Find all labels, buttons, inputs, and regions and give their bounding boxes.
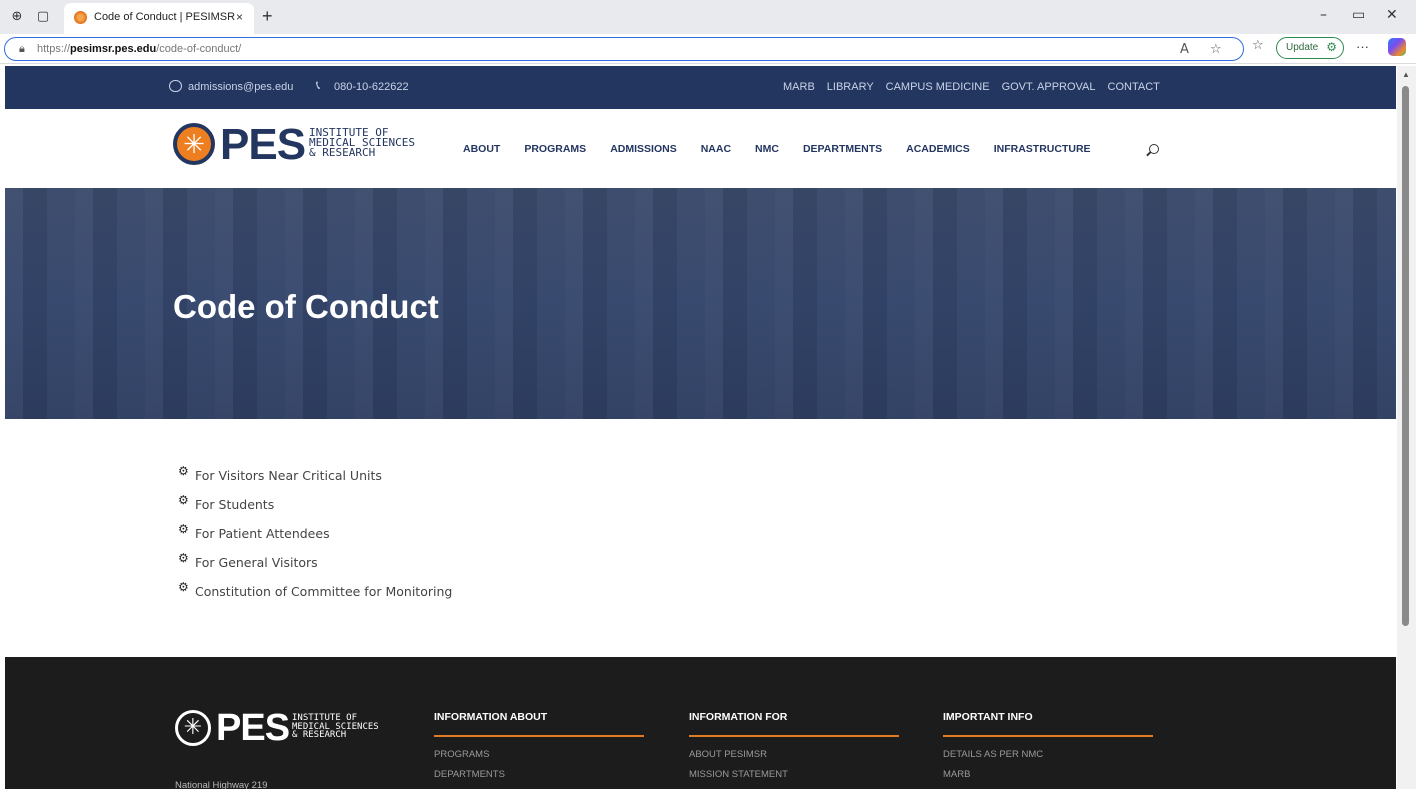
copilot-icon[interactable]: [1388, 38, 1406, 56]
site-header: PES INSTITUTE OF MEDICAL SCIENCES & RESE…: [5, 109, 1396, 188]
footer-link[interactable]: ABOUT PESIMSR: [689, 749, 901, 760]
nav-infrastructure[interactable]: INFRASTRUCTURE: [994, 143, 1091, 155]
toplink-library[interactable]: LIBRARY: [827, 81, 874, 93]
nav-nmc[interactable]: NMC: [755, 143, 779, 155]
gear-bullet-icon: ⚙: [178, 551, 189, 565]
logo-wordmark[interactable]: PES: [220, 123, 306, 167]
update-button[interactable]: Update ⚙: [1276, 37, 1344, 59]
top-links: MARB LIBRARY CAMPUS MEDICINE GOVT. APPRO…: [783, 81, 1160, 93]
address-bar-row: 🔒︎ https://pesimsr.pes.edu/code-of-condu…: [0, 34, 1416, 64]
conduct-link-general-visitors[interactable]: For General Visitors: [195, 555, 318, 570]
contact-phone[interactable]: 080-10-622622: [334, 81, 409, 93]
phone-icon: 📞︎: [316, 78, 321, 92]
update-label: Update: [1286, 42, 1319, 53]
browser-tab-active[interactable]: Code of Conduct | PESIMSR ×: [64, 3, 254, 34]
nav-naac[interactable]: NAAC: [701, 143, 731, 155]
footer-logo-icon[interactable]: [175, 710, 211, 746]
footer-heading: IMPORTANT INFO: [943, 711, 1033, 723]
browser-tab-bar: ⊕ ▢ Code of Conduct | PESIMSR × + – ▭ ✕: [0, 0, 1416, 34]
restore-icon[interactable]: ▭: [1352, 7, 1365, 23]
search-icon[interactable]: [1149, 144, 1159, 154]
workspaces-icon[interactable]: ⊕: [9, 9, 25, 25]
footer-link[interactable]: DETAILS AS PER NMC: [943, 749, 1155, 760]
footer-divider: [434, 735, 644, 737]
url-text[interactable]: https://pesimsr.pes.edu/code-of-conduct/: [37, 43, 241, 55]
page-scrollbar[interactable]: ▲: [1397, 66, 1416, 789]
toplink-contact[interactable]: CONTACT: [1108, 81, 1160, 93]
toplink-campus-medicine[interactable]: CAMPUS MEDICINE: [886, 81, 990, 93]
footer-link[interactable]: DEPARTMENTS: [434, 769, 646, 780]
nav-academics[interactable]: ACADEMICS: [906, 143, 970, 155]
close-window-icon[interactable]: ✕: [1386, 7, 1398, 23]
more-menu-button[interactable]: ···: [1356, 39, 1369, 54]
footer-column-information-for: INFORMATION FOR ABOUT PESIMSR MISSION ST…: [689, 711, 901, 780]
nav-admissions[interactable]: ADMISSIONS: [610, 143, 677, 155]
footer-logo-wordmark[interactable]: PES: [216, 709, 290, 747]
favorite-star-icon[interactable]: ☆: [1210, 42, 1222, 57]
tab-close-icon[interactable]: ×: [236, 10, 243, 24]
favicon-icon: [74, 11, 87, 24]
footer-heading: INFORMATION FOR: [689, 711, 788, 723]
footer-logo-line-3: & RESEARCH: [292, 730, 347, 740]
conduct-link-committee[interactable]: Constitution of Committee for Monitoring: [195, 584, 452, 599]
footer-address: National Highway 219: [175, 780, 268, 789]
gear-bullet-icon: ⚙: [178, 580, 189, 594]
favorites-icon[interactable]: ☆: [1252, 38, 1264, 53]
footer-logo-subtitle: INSTITUTE OF MEDICAL SCIENCES & RESEARCH: [292, 714, 379, 740]
footer-divider: [689, 735, 899, 737]
footer-divider: [943, 735, 1153, 737]
tab-title: Code of Conduct | PESIMSR: [94, 11, 236, 23]
tab-actions-icon[interactable]: ▢: [35, 9, 51, 25]
footer-link[interactable]: MARB: [943, 769, 1155, 780]
site-footer: PES INSTITUTE OF MEDICAL SCIENCES & RESE…: [5, 657, 1396, 789]
pes-logo-icon[interactable]: [173, 123, 215, 165]
conduct-link-students[interactable]: For Students: [195, 497, 274, 512]
toplink-govt-approval[interactable]: GOVT. APPROVAL: [1002, 81, 1096, 93]
gear-bullet-icon: ⚙: [178, 493, 189, 507]
nav-departments[interactable]: DEPARTMENTS: [803, 143, 882, 155]
page-title: Code of Conduct: [173, 288, 439, 325]
toplink-marb[interactable]: MARB: [783, 81, 815, 93]
contact-email[interactable]: admissions@pes.edu: [188, 81, 293, 93]
conduct-link-visitors-critical-units[interactable]: For Visitors Near Critical Units: [195, 468, 382, 483]
footer-link[interactable]: MISSION STATEMENT: [689, 769, 901, 780]
footer-link[interactable]: PROGRAMS: [434, 749, 646, 760]
new-tab-button[interactable]: +: [262, 6, 273, 27]
update-gear-icon: ⚙: [1326, 40, 1337, 54]
footer-column-important-info: IMPORTANT INFO DETAILS AS PER NMC MARB: [943, 711, 1155, 780]
hero-banner: Code of Conduct: [5, 188, 1396, 419]
address-bar[interactable]: 🔒︎ https://pesimsr.pes.edu/code-of-condu…: [4, 37, 1244, 61]
nav-about[interactable]: ABOUT: [463, 143, 500, 155]
minimize-icon[interactable]: –: [1320, 7, 1327, 23]
conduct-link-patient-attendees[interactable]: For Patient Attendees: [195, 526, 330, 541]
lock-icon[interactable]: 🔒︎: [19, 43, 25, 56]
scroll-up-icon[interactable]: ▲: [1402, 70, 1410, 79]
scroll-thumb[interactable]: [1402, 86, 1409, 626]
email-icon: [169, 80, 182, 92]
site-topbar: admissions@pes.edu 📞︎ 080-10-622622 MARB…: [5, 66, 1396, 109]
footer-column-information-about: INFORMATION ABOUT PROGRAMS DEPARTMENTS: [434, 711, 646, 780]
gear-bullet-icon: ⚙: [178, 464, 189, 478]
footer-heading: INFORMATION ABOUT: [434, 711, 548, 723]
nav-programs[interactable]: PROGRAMS: [524, 143, 586, 155]
gear-bullet-icon: ⚙: [178, 522, 189, 536]
main-nav: ABOUT PROGRAMS ADMISSIONS NAAC NMC DEPAR…: [463, 143, 1115, 155]
read-aloud-icon[interactable]: A: [1180, 42, 1189, 57]
logo-subtitle: INSTITUTE OF MEDICAL SCIENCES & RESEARCH: [309, 127, 415, 159]
logo-line-3: & RESEARCH: [309, 146, 376, 159]
